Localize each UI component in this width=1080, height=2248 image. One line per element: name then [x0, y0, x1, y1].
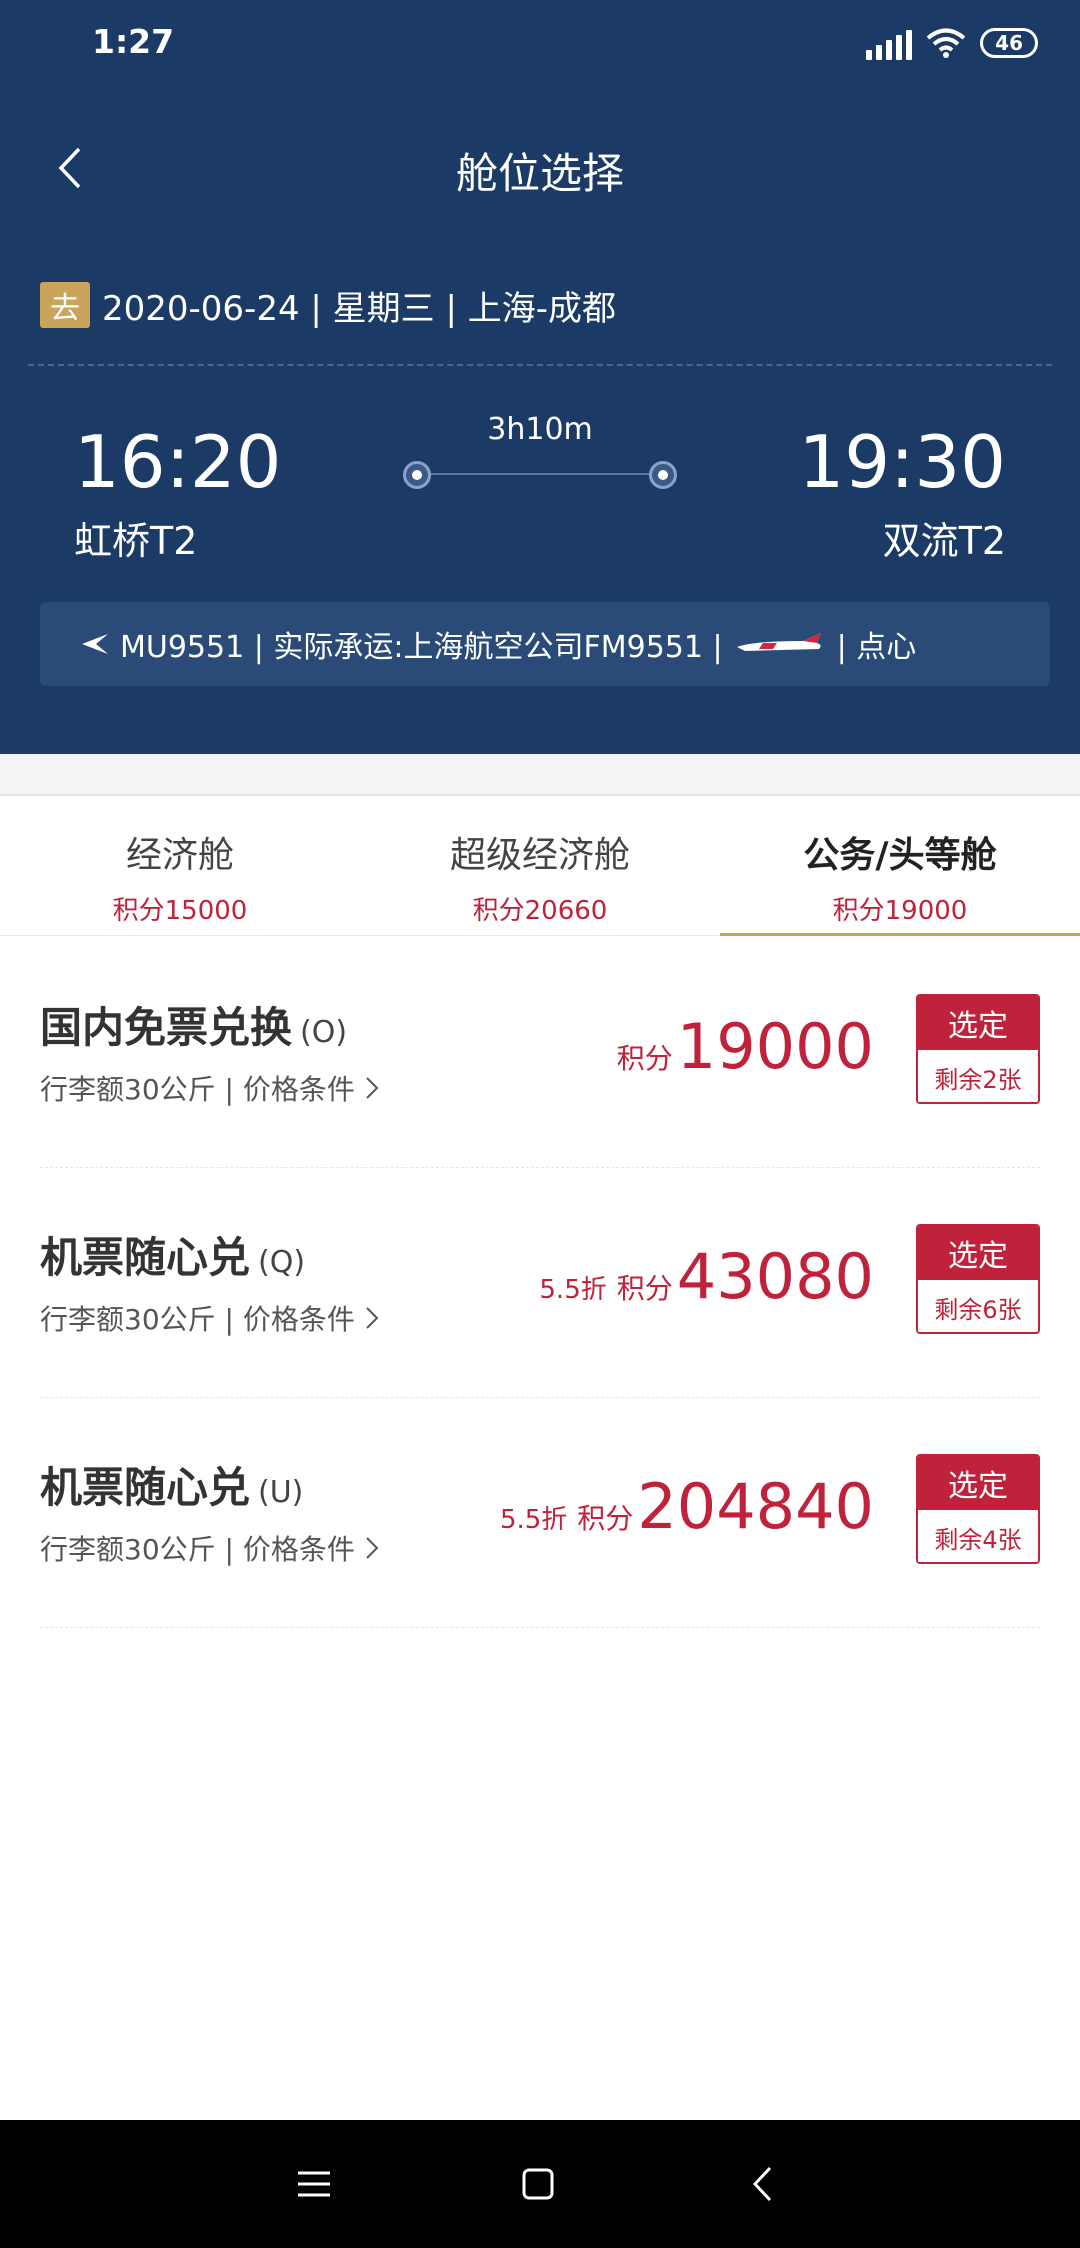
fare-price: 5.5折 积分 43080 [539, 1240, 874, 1313]
departure-dot-icon [403, 461, 431, 489]
trip-info: 2020-06-24 | 星期三 | 上海-成都 [102, 288, 617, 329]
tab-label: 经济舱 [125, 835, 234, 876]
tab-points: 积分20660 [472, 896, 608, 926]
fare-discount: 5.5折 [499, 1505, 568, 1535]
signal-icon [866, 26, 913, 60]
divider [28, 364, 1052, 366]
flight-info-strip: MU9551 | 实际承运:上海航空公司FM9551 | | 点心 [40, 602, 1050, 686]
select-button[interactable]: 选定 [918, 1226, 1038, 1280]
fare-conditions-text: 行李额30公斤 | 价格条件 [40, 1303, 355, 1336]
system-back-button[interactable] [732, 2154, 792, 2214]
page-title: 舱位选择 [455, 149, 624, 198]
arrival-dot-icon [649, 461, 677, 489]
chevron-left-icon [752, 2166, 772, 2202]
points-label: 积分 [616, 1042, 673, 1075]
fare-conditions-link[interactable]: 行李额30公斤 | 价格条件 [40, 1528, 379, 1568]
seats-remaining: 剩余4张 [918, 1510, 1038, 1562]
points-label: 积分 [616, 1272, 673, 1305]
fare-row: 机票随心兑 (Q) 行李额30公斤 | 价格条件 5.5折 积分 43080 选定… [40, 1168, 1040, 1398]
points-label: 积分 [577, 1502, 634, 1535]
select-button[interactable]: 选定 [918, 1456, 1038, 1510]
tab-points: 积分15000 [112, 896, 248, 926]
battery-indicator: 46 [980, 28, 1038, 58]
status-bar: 1:27 46 [0, 0, 1080, 90]
fare-row: 国内免票兑换 (O) 行李额30公斤 | 价格条件 积分 19000 选定 剩余2… [40, 938, 1040, 1168]
points-value: 43080 [676, 1240, 874, 1313]
points-value: 19000 [676, 1010, 874, 1083]
arrival-time: 19:30 [798, 420, 1007, 504]
route-line [416, 473, 664, 475]
arrival-airport: 双流T2 [882, 519, 1006, 563]
seats-remaining: 剩余2张 [918, 1050, 1038, 1102]
tab-economy[interactable]: 经济舱 积分15000 [0, 796, 360, 935]
fare-title: 国内免票兑换 [40, 1003, 293, 1052]
cabin-tabs: 经济舱 积分15000 超级经济舱 积分20660 公务/头等舱 积分19000 [0, 796, 1080, 936]
nav-bar: 舱位选择 [0, 120, 1080, 214]
flight-number-info: MU9551 | 实际承运:上海航空公司FM9551 | [120, 630, 723, 665]
fare-class-code: (U) [258, 1475, 304, 1510]
flight-header: 1:27 46 舱位选择 去 2020-06-24 | 星期三 | 上海-成都 … [0, 0, 1080, 754]
trip-line: 去 2020-06-24 | 星期三 | 上海-成都 [40, 282, 617, 329]
fare-discount: 5.5折 [539, 1275, 607, 1305]
system-nav-bar [0, 2120, 1080, 2248]
fare-title: 机票随心兑 [40, 1463, 251, 1512]
fare-name: 国内免票兑换 (O) [40, 994, 347, 1055]
tab-label: 公务/头等舱 [803, 835, 997, 876]
home-button[interactable] [508, 2154, 568, 2214]
fare-conditions-text: 行李额30公斤 | 价格条件 [40, 1533, 355, 1566]
fare-price: 积分 19000 [607, 1010, 874, 1083]
home-square-icon [522, 2168, 554, 2200]
section-separator [0, 754, 1080, 796]
chevron-right-icon [366, 1307, 379, 1329]
select-fare-box: 选定 剩余6张 [916, 1224, 1040, 1334]
aircraft-icon [736, 633, 821, 651]
fare-name: 机票随心兑 (Q) [40, 1224, 305, 1285]
chevron-right-icon [366, 1077, 379, 1099]
fare-conditions-link[interactable]: 行李额30公斤 | 价格条件 [40, 1298, 379, 1338]
status-icons: 46 [866, 26, 1038, 60]
chevron-right-icon [366, 1537, 379, 1559]
tab-label: 超级经济舱 [449, 835, 630, 876]
seats-remaining: 剩余6张 [918, 1280, 1038, 1332]
fare-name: 机票随心兑 (U) [40, 1454, 303, 1515]
fare-title: 机票随心兑 [40, 1233, 251, 1282]
departure-airport: 虹桥T2 [74, 519, 198, 563]
points-value: 204840 [637, 1470, 874, 1543]
wifi-icon [926, 28, 966, 58]
fare-conditions-link[interactable]: 行李额30公斤 | 价格条件 [40, 1068, 379, 1108]
menu-icon [298, 2171, 330, 2197]
fare-row: 机票随心兑 (U) 行李额30公斤 | 价格条件 5.5折 积分 204840 选… [40, 1398, 1040, 1628]
trip-direction-badge: 去 [40, 282, 90, 328]
tab-premium-economy[interactable]: 超级经济舱 积分20660 [360, 796, 720, 935]
fare-class-code: (O) [300, 1015, 348, 1050]
meal-info: | 点心 [836, 630, 917, 665]
fare-class-code: (Q) [258, 1245, 306, 1280]
fare-list: 国内免票兑换 (O) 行李额30公斤 | 价格条件 积分 19000 选定 剩余2… [40, 938, 1040, 1628]
select-fare-box: 选定 剩余4张 [916, 1454, 1040, 1564]
airline-logo-icon [82, 634, 108, 654]
select-button[interactable]: 选定 [918, 996, 1038, 1050]
select-fare-box: 选定 剩余2张 [916, 994, 1040, 1104]
fare-conditions-text: 行李额30公斤 | 价格条件 [40, 1073, 355, 1106]
tab-business-first[interactable]: 公务/头等舱 积分19000 [720, 796, 1080, 936]
status-time: 1:27 [92, 22, 175, 61]
tab-points: 积分19000 [832, 896, 968, 926]
fare-price: 5.5折 积分 204840 [500, 1470, 874, 1543]
recent-apps-button[interactable] [284, 2154, 344, 2214]
